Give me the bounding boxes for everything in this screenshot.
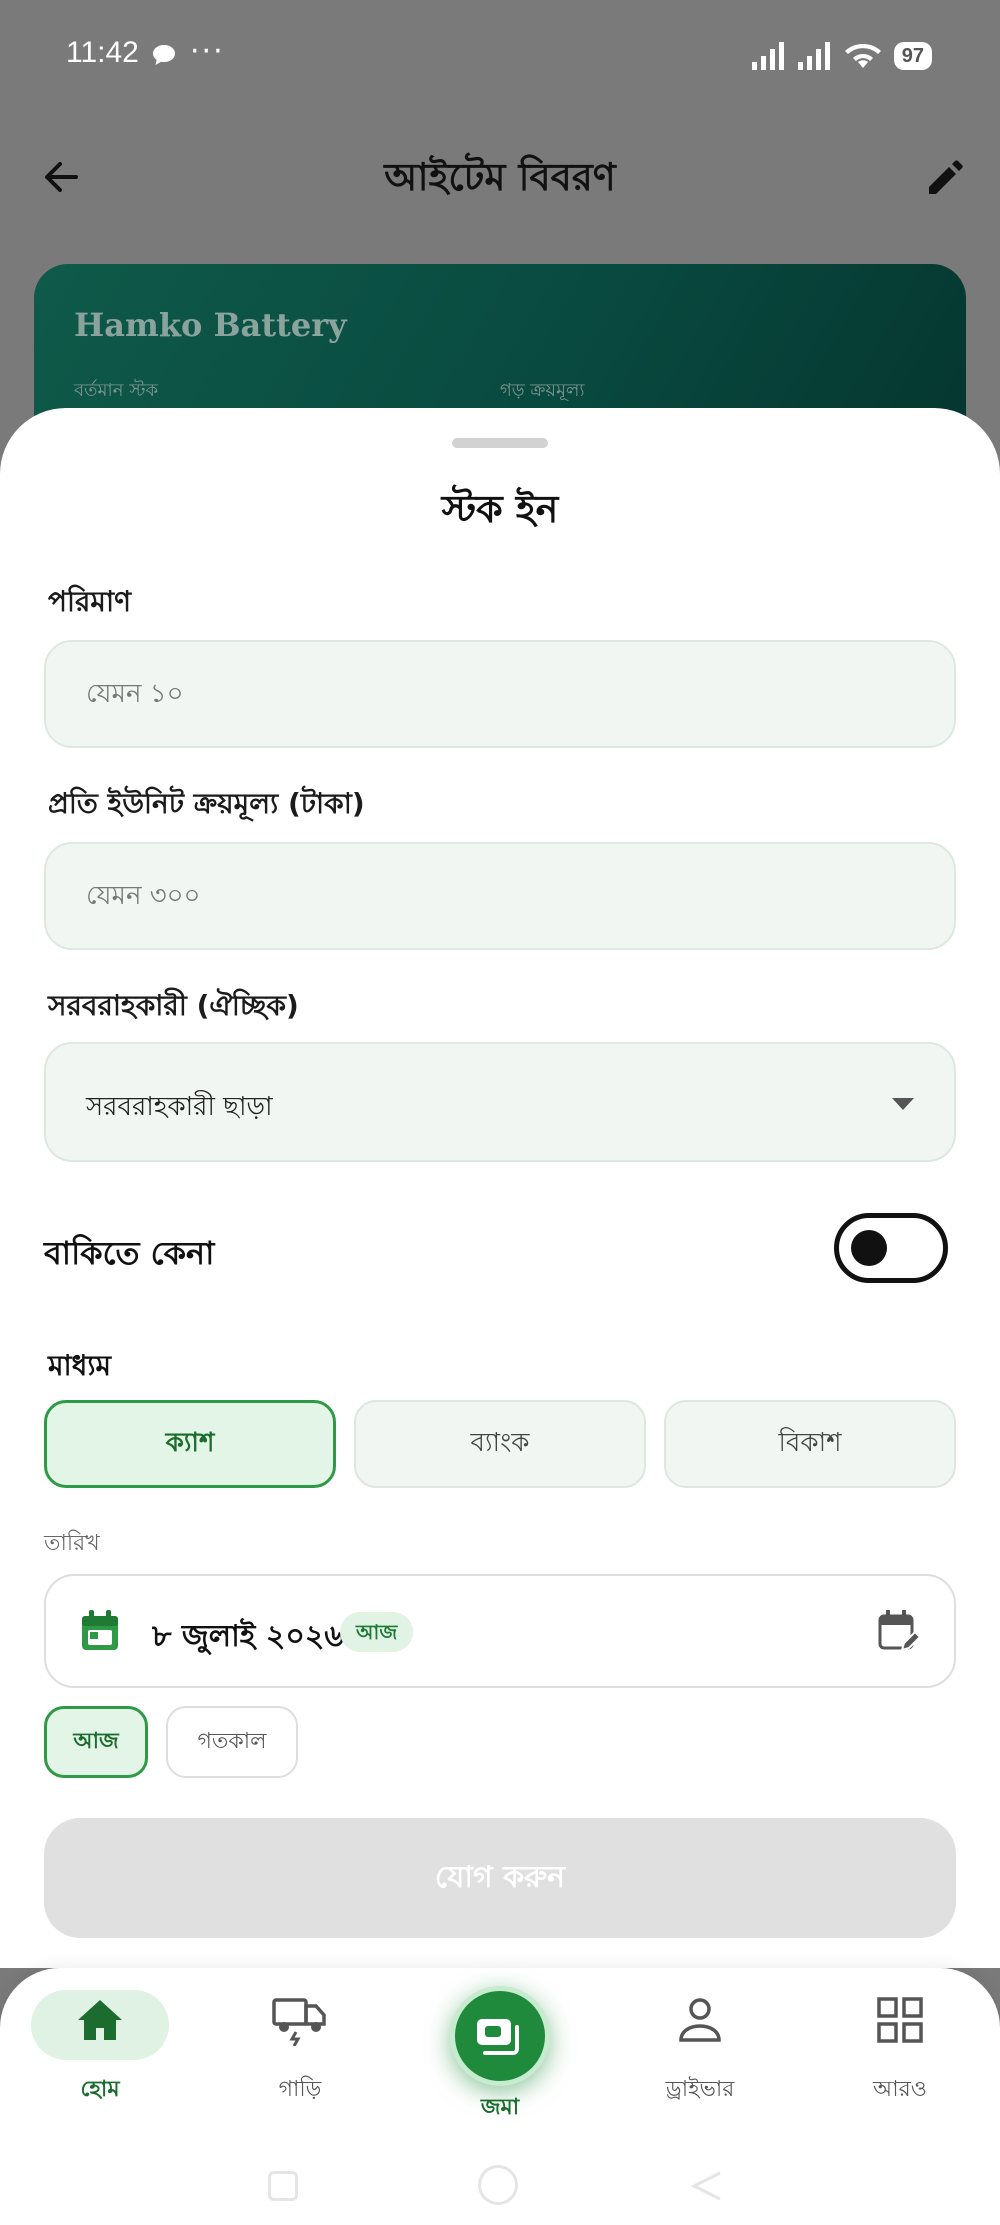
nav-item-vehicle[interactable]: গাড়ি (220, 1968, 380, 2118)
nav-item-driver[interactable]: ড্রাইভার (620, 1968, 780, 2118)
system-gesture-bar (0, 2123, 1000, 2225)
person-icon (679, 1998, 721, 2042)
toggle-knob (851, 1230, 887, 1266)
recent-apps-icon[interactable] (268, 2171, 298, 2201)
unit-cost-field-wrapper (44, 842, 956, 950)
system-back-icon[interactable] (690, 2171, 724, 2201)
method-bank-button[interactable]: ব্যাংক (354, 1400, 646, 1488)
nav-label-more: আরও (873, 2077, 927, 2102)
chat-bubble-icon (153, 45, 175, 65)
dropdown-caret-icon (892, 1098, 914, 1110)
battery-indicator: 97 (893, 42, 932, 70)
truck-icon (272, 1998, 326, 2046)
nav-label-vehicle: গাড়ি (278, 2077, 322, 2102)
home-icon (78, 2000, 122, 2040)
date-chip-today[interactable]: আজ (44, 1706, 148, 1778)
date-picker-field[interactable]: ৮ জুলাই ২০২৬ আজ (44, 1574, 956, 1688)
supplier-label: সরবরাহকারী (ঐচ্ছিক) (48, 989, 299, 1022)
payment-method-label: মাধ্যম (48, 1349, 112, 1382)
add-stock-submit-button[interactable]: যোগ করুন (44, 1818, 956, 1938)
drag-handle[interactable] (452, 438, 548, 448)
credit-purchase-label: বাকিতে কেনা (44, 1234, 215, 1272)
grid-icon (877, 1997, 923, 2043)
nav-label-home: হোম (80, 2077, 120, 2102)
status-time: 11:42 (66, 36, 139, 69)
unit-cost-input[interactable] (46, 844, 954, 948)
avg-cost-label: গড় ক্রয়মূল্য (500, 380, 585, 401)
today-badge: আজ (340, 1612, 414, 1652)
quantity-input[interactable] (46, 642, 954, 746)
sheet-title: স্টক ইন (441, 487, 559, 531)
stock-in-sheet: স্টক ইন পরিমাণ প্রতি ইউনিট ক্রয়মূল্য (ট… (0, 408, 1000, 1968)
signal-icon-2 (797, 42, 830, 70)
date-chip-yesterday[interactable]: গতকাল (166, 1706, 298, 1778)
supplier-select[interactable]: সরবরাহকারী ছাড়া (44, 1042, 956, 1162)
quantity-field-wrapper (44, 640, 956, 748)
current-stock-label: বর্তমান স্টক (74, 380, 159, 401)
bottom-navigation: হোম গাড়ি জমা ড্রাইভার আরও (0, 1968, 1000, 2123)
supplier-selected-value: সরবরাহকারী ছাড়া (86, 1092, 273, 1122)
selected-date: ৮ জুলাই ২০২৬ (152, 1619, 344, 1654)
wifi-icon (844, 43, 881, 68)
edit-pencil-icon[interactable] (920, 152, 970, 202)
unit-cost-label: প্রতি ইউনিট ক্রয়মূল্য (টাকা) (48, 787, 365, 820)
nav-label-driver: ড্রাইভার (665, 2077, 735, 2102)
nav-item-deposit[interactable] (450, 1986, 550, 2086)
item-name: Hamko Battery (74, 306, 347, 344)
nav-item-more[interactable]: আরও (820, 1968, 980, 2118)
signal-icon (751, 42, 784, 70)
method-cash-button[interactable]: ক্যাশ (44, 1400, 336, 1488)
credit-purchase-toggle[interactable] (834, 1213, 948, 1283)
more-notifications-icon: ··· (190, 34, 225, 69)
app-bar: আইটেম বিবরণ (0, 130, 1000, 220)
home-gesture-icon[interactable] (478, 2165, 518, 2205)
method-bkash-button[interactable]: বিকাশ (664, 1400, 956, 1488)
calendar-icon (82, 1610, 118, 1650)
quantity-label: পরিমাণ (48, 585, 132, 618)
nav-item-home[interactable]: হোম (20, 1968, 180, 2118)
status-bar: 11:42 ··· 97 (0, 0, 1000, 110)
calendar-edit-icon[interactable] (878, 1610, 920, 1654)
nav-label-deposit: জমা (480, 2095, 520, 2120)
date-label: তারিখ (44, 1531, 100, 1556)
page-title: আইটেম বিবরণ (384, 155, 616, 199)
cash-icon (477, 2019, 519, 2055)
